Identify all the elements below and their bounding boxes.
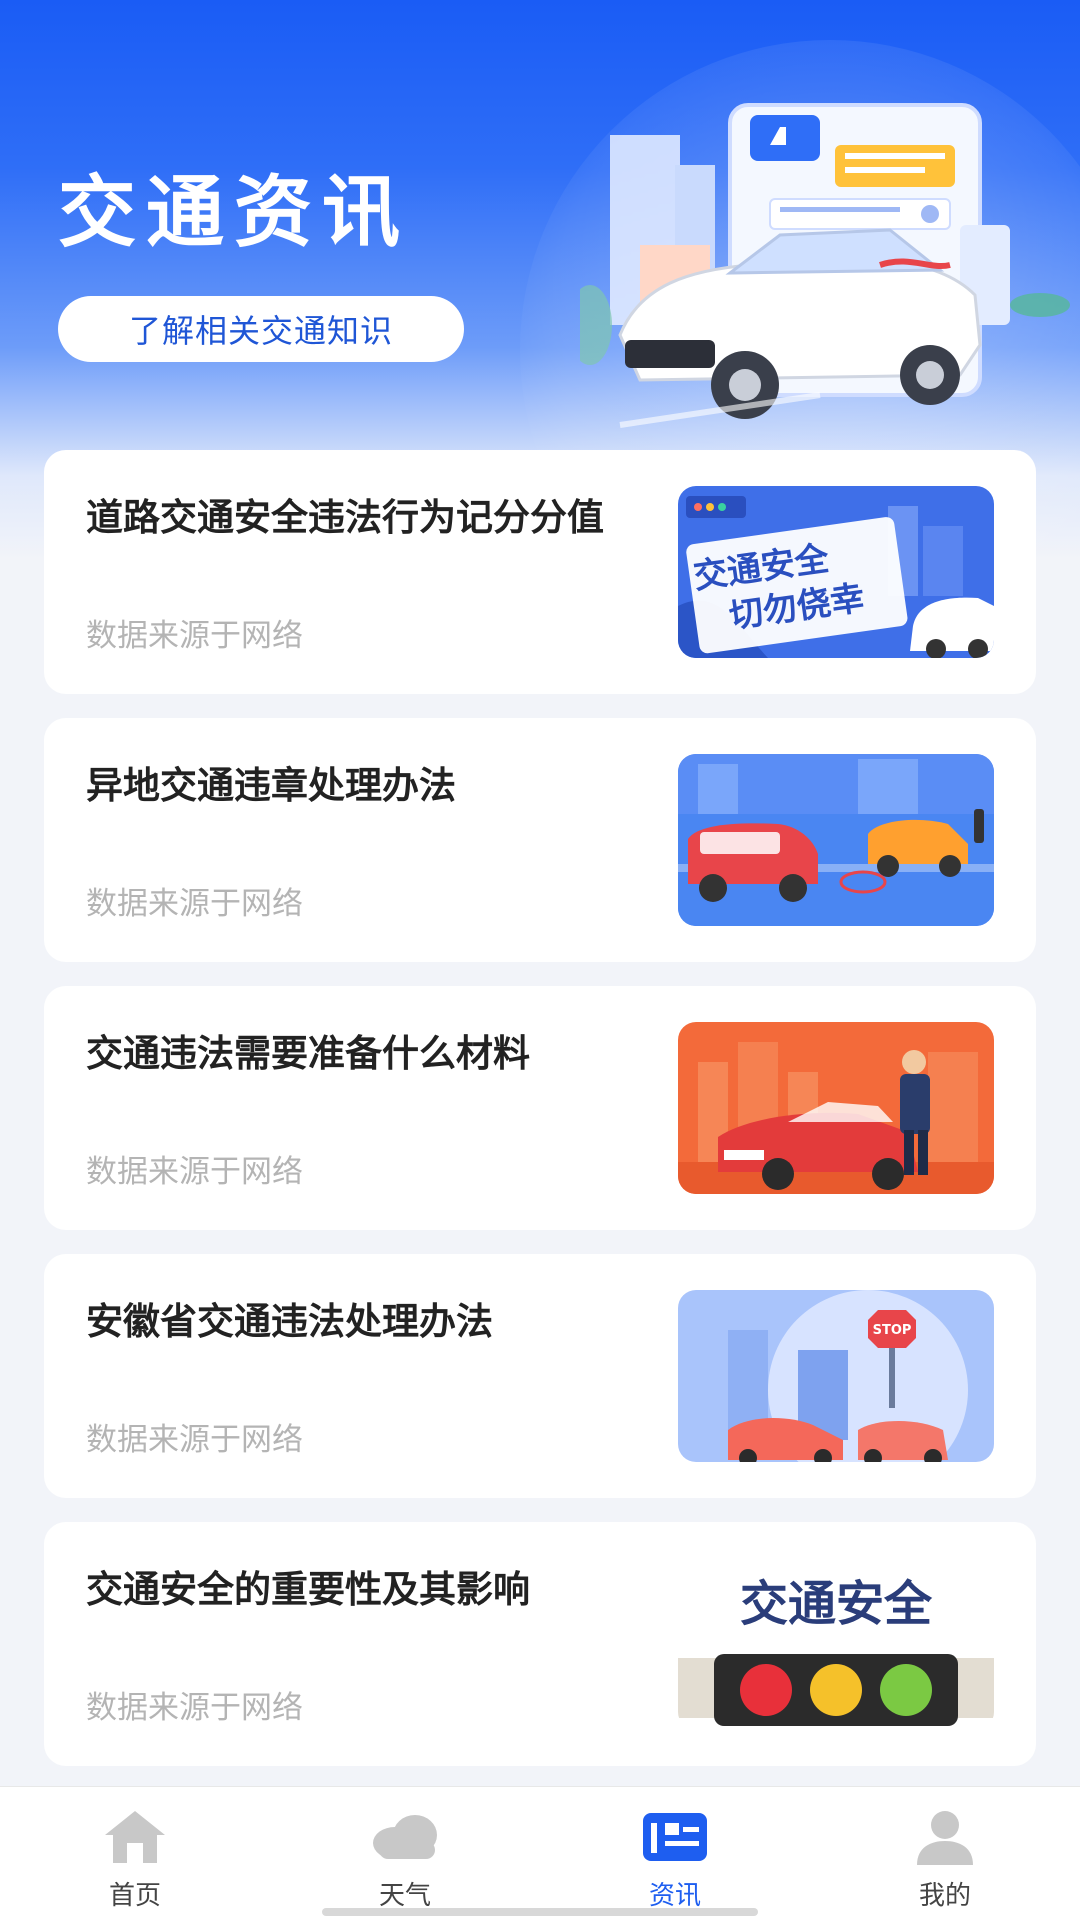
tab-weather[interactable]: 天气 — [270, 1787, 540, 1920]
news-title: 异地交通违章处理办法 — [86, 764, 456, 807]
news-source: 数据来源于网络 — [86, 1690, 303, 1726]
news-card[interactable]: 交通违法需要准备什么材料 数据来源于网络 — [44, 986, 1036, 1230]
news-source: 数据来源于网络 — [86, 1154, 303, 1190]
thumb-traffic-safety-text: 交通安全 — [740, 1576, 933, 1632]
news-title: 交通违法需要准备什么材料 — [86, 1032, 530, 1075]
news-thumbnail-car-owner — [678, 1022, 994, 1194]
news-card[interactable]: 交通安全的重要性及其影响 数据来源于网络 交通安全 — [44, 1522, 1036, 1766]
news-thumbnail-intersection — [678, 754, 994, 926]
home-indicator — [322, 1908, 758, 1916]
page-title: 交通资讯 — [58, 168, 411, 258]
user-icon — [917, 1811, 973, 1865]
news-title: 安徽省交通违法处理办法 — [86, 1300, 493, 1343]
tab-profile[interactable]: 我的 — [810, 1787, 1080, 1920]
news-card[interactable]: 安徽省交通违法处理办法 数据来源于网络 STOP — [44, 1254, 1036, 1498]
news-source: 数据来源于网络 — [86, 886, 303, 922]
news-source: 数据来源于网络 — [86, 618, 303, 654]
stop-sign-text: STOP — [873, 1323, 912, 1338]
tab-label: 天气 — [378, 1881, 431, 1911]
cloud-icon — [373, 1815, 437, 1859]
news-card[interactable]: 道路交通安全违法行为记分分值 数据来源于网络 交通安全 切勿侥幸 — [44, 450, 1036, 694]
news-icon — [643, 1813, 707, 1861]
news-thumbnail-stop-sign: STOP — [678, 1290, 994, 1462]
news-title: 交通安全的重要性及其影响 — [86, 1568, 530, 1611]
tab-news[interactable]: 资讯 — [540, 1787, 810, 1920]
news-thumbnail-safety: 交通安全 切勿侥幸 — [678, 486, 994, 658]
tab-label: 资讯 — [648, 1881, 701, 1911]
news-card[interactable]: 异地交通违章处理办法 数据来源于网络 — [44, 718, 1036, 962]
tab-home[interactable]: 首页 — [0, 1787, 270, 1920]
bottom-tab-bar: 首页 天气 资讯 我的 — [0, 1786, 1080, 1920]
news-source: 数据来源于网络 — [86, 1422, 303, 1458]
news-title: 道路交通安全违法行为记分分值 — [86, 496, 604, 539]
tab-label: 首页 — [108, 1881, 161, 1911]
news-thumbnail-traffic-light: 交通安全 — [678, 1558, 994, 1730]
home-icon — [105, 1811, 165, 1863]
tab-label: 我的 — [918, 1881, 971, 1911]
hero-car-illustration — [580, 103, 1070, 428]
learn-traffic-knowledge-button[interactable]: 了解相关交通知识 — [58, 296, 464, 362]
